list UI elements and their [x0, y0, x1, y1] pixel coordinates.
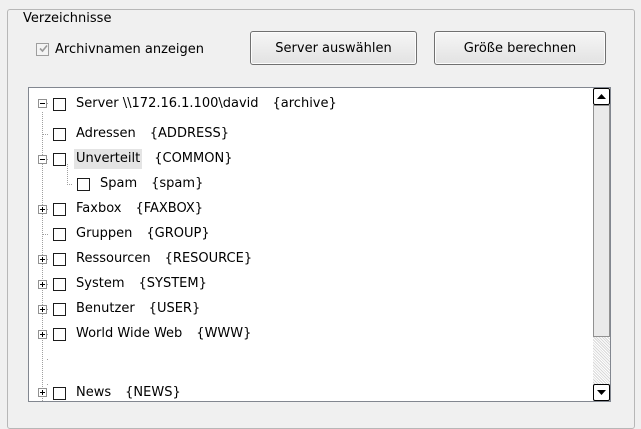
checkmark-icon: [39, 44, 48, 53]
tree-item-unverteilt[interactable]: Unverteilt {COMMON}: [53, 149, 232, 169]
scroll-down-button[interactable]: [593, 384, 610, 401]
tree-item-checkbox[interactable]: [53, 97, 66, 111]
tree-item-code: {ADDRESS}: [149, 126, 229, 141]
tree-expand-toggle-news[interactable]: [38, 388, 47, 397]
tree-item-root[interactable]: Server \\172.16.1.100\david {archive}: [53, 94, 337, 114]
scroll-down-arrow-icon: [597, 390, 606, 395]
scrollbar-thumb[interactable]: [593, 105, 610, 337]
tree-expand-toggle-benutzer[interactable]: [38, 305, 47, 314]
tree-expand-toggle-ressourcen[interactable]: [38, 255, 47, 264]
tree-item-label: Ressourcen: [76, 251, 151, 266]
tree-item-checkbox[interactable]: [53, 227, 66, 241]
tree-item-label: News: [76, 385, 112, 400]
calculate-size-button[interactable]: Größe berechnen: [434, 31, 606, 65]
tree-item-spam[interactable]: Spam {spam}: [77, 174, 203, 194]
tree-item-code: {spam}: [151, 176, 204, 191]
tree-item-checkbox[interactable]: [77, 177, 90, 191]
show-archive-names-checkbox[interactable]: Archivnamen anzeigen: [36, 42, 204, 57]
tree-item-code: {archive}: [272, 96, 337, 111]
tree-item-checkbox[interactable]: [53, 127, 66, 141]
tree-item-label: Unverteilt: [74, 149, 143, 169]
tree-item-faxbox[interactable]: Faxbox {FAXBOX}: [53, 199, 203, 219]
tree-item-code: {NEWS}: [125, 385, 181, 400]
tree-item-adressen[interactable]: Adressen {ADDRESS}: [53, 124, 229, 144]
tree-item-system[interactable]: System {SYSTEM}: [53, 274, 207, 294]
tree-vertical-scrollbar[interactable]: [593, 88, 610, 401]
select-server-button[interactable]: Server auswählen: [250, 31, 417, 65]
tree-expand-toggle-faxbox[interactable]: [38, 205, 47, 214]
tree-item-www[interactable]: World Wide Web {WWW}: [53, 324, 251, 344]
tree-item-code: {WWW}: [196, 326, 252, 341]
tree-item-checkbox[interactable]: [53, 386, 66, 400]
directory-tree[interactable]: Server \\172.16.1.100\david {archive} Ad…: [28, 87, 611, 402]
tree-item-code: {FAXBOX}: [135, 201, 204, 216]
tree-item-benutzer[interactable]: Benutzer {USER}: [53, 299, 200, 319]
tree-item-code: {RESOURCE}: [164, 251, 253, 266]
tree-item-label: World Wide Web: [76, 326, 183, 341]
tree-item-label: Spam: [100, 176, 138, 191]
tree-expand-toggle-system[interactable]: [38, 280, 47, 289]
tree-item-code: {USER}: [148, 301, 201, 316]
scroll-up-arrow-icon: [597, 94, 606, 99]
tree-collapse-toggle-unverteilt[interactable]: [38, 155, 47, 164]
tree-item-gruppen[interactable]: Gruppen {GROUP}: [53, 224, 210, 244]
groupbox-title: Verzeichnisse: [20, 11, 115, 27]
tree-item-checkbox[interactable]: [53, 152, 66, 166]
tree-item-label: Benutzer: [76, 301, 135, 316]
tree-item-code: {SYSTEM}: [138, 276, 207, 291]
tree-item-label: Adressen: [76, 126, 136, 141]
tree-item-code: {COMMON}: [154, 151, 233, 166]
tree-item-checkbox[interactable]: [53, 327, 66, 341]
tree-item-checkbox[interactable]: [53, 302, 66, 316]
tree-item-checkbox[interactable]: [53, 252, 66, 266]
tree-item-label: Gruppen: [76, 226, 133, 241]
tree-item-news[interactable]: News {NEWS}: [53, 383, 181, 401]
tree-item-label: Server \\172.16.1.100\david: [76, 96, 259, 111]
tree-item-checkbox[interactable]: [53, 277, 66, 291]
scroll-up-button[interactable]: [593, 88, 610, 105]
tree-collapse-toggle-root[interactable]: [38, 99, 47, 108]
tree-item-checkbox[interactable]: [53, 202, 66, 216]
tree-item-code: {GROUP}: [146, 226, 210, 241]
tree-expand-toggle-www[interactable]: [38, 330, 47, 339]
tree-item-label: Faxbox: [76, 201, 122, 216]
tree-item-ressourcen[interactable]: Ressourcen {RESOURCE}: [53, 249, 252, 269]
tree-item-label: System: [76, 276, 125, 291]
archive-names-checkbox-box[interactable]: [36, 43, 49, 56]
archive-names-label: Archivnamen anzeigen: [55, 42, 205, 57]
